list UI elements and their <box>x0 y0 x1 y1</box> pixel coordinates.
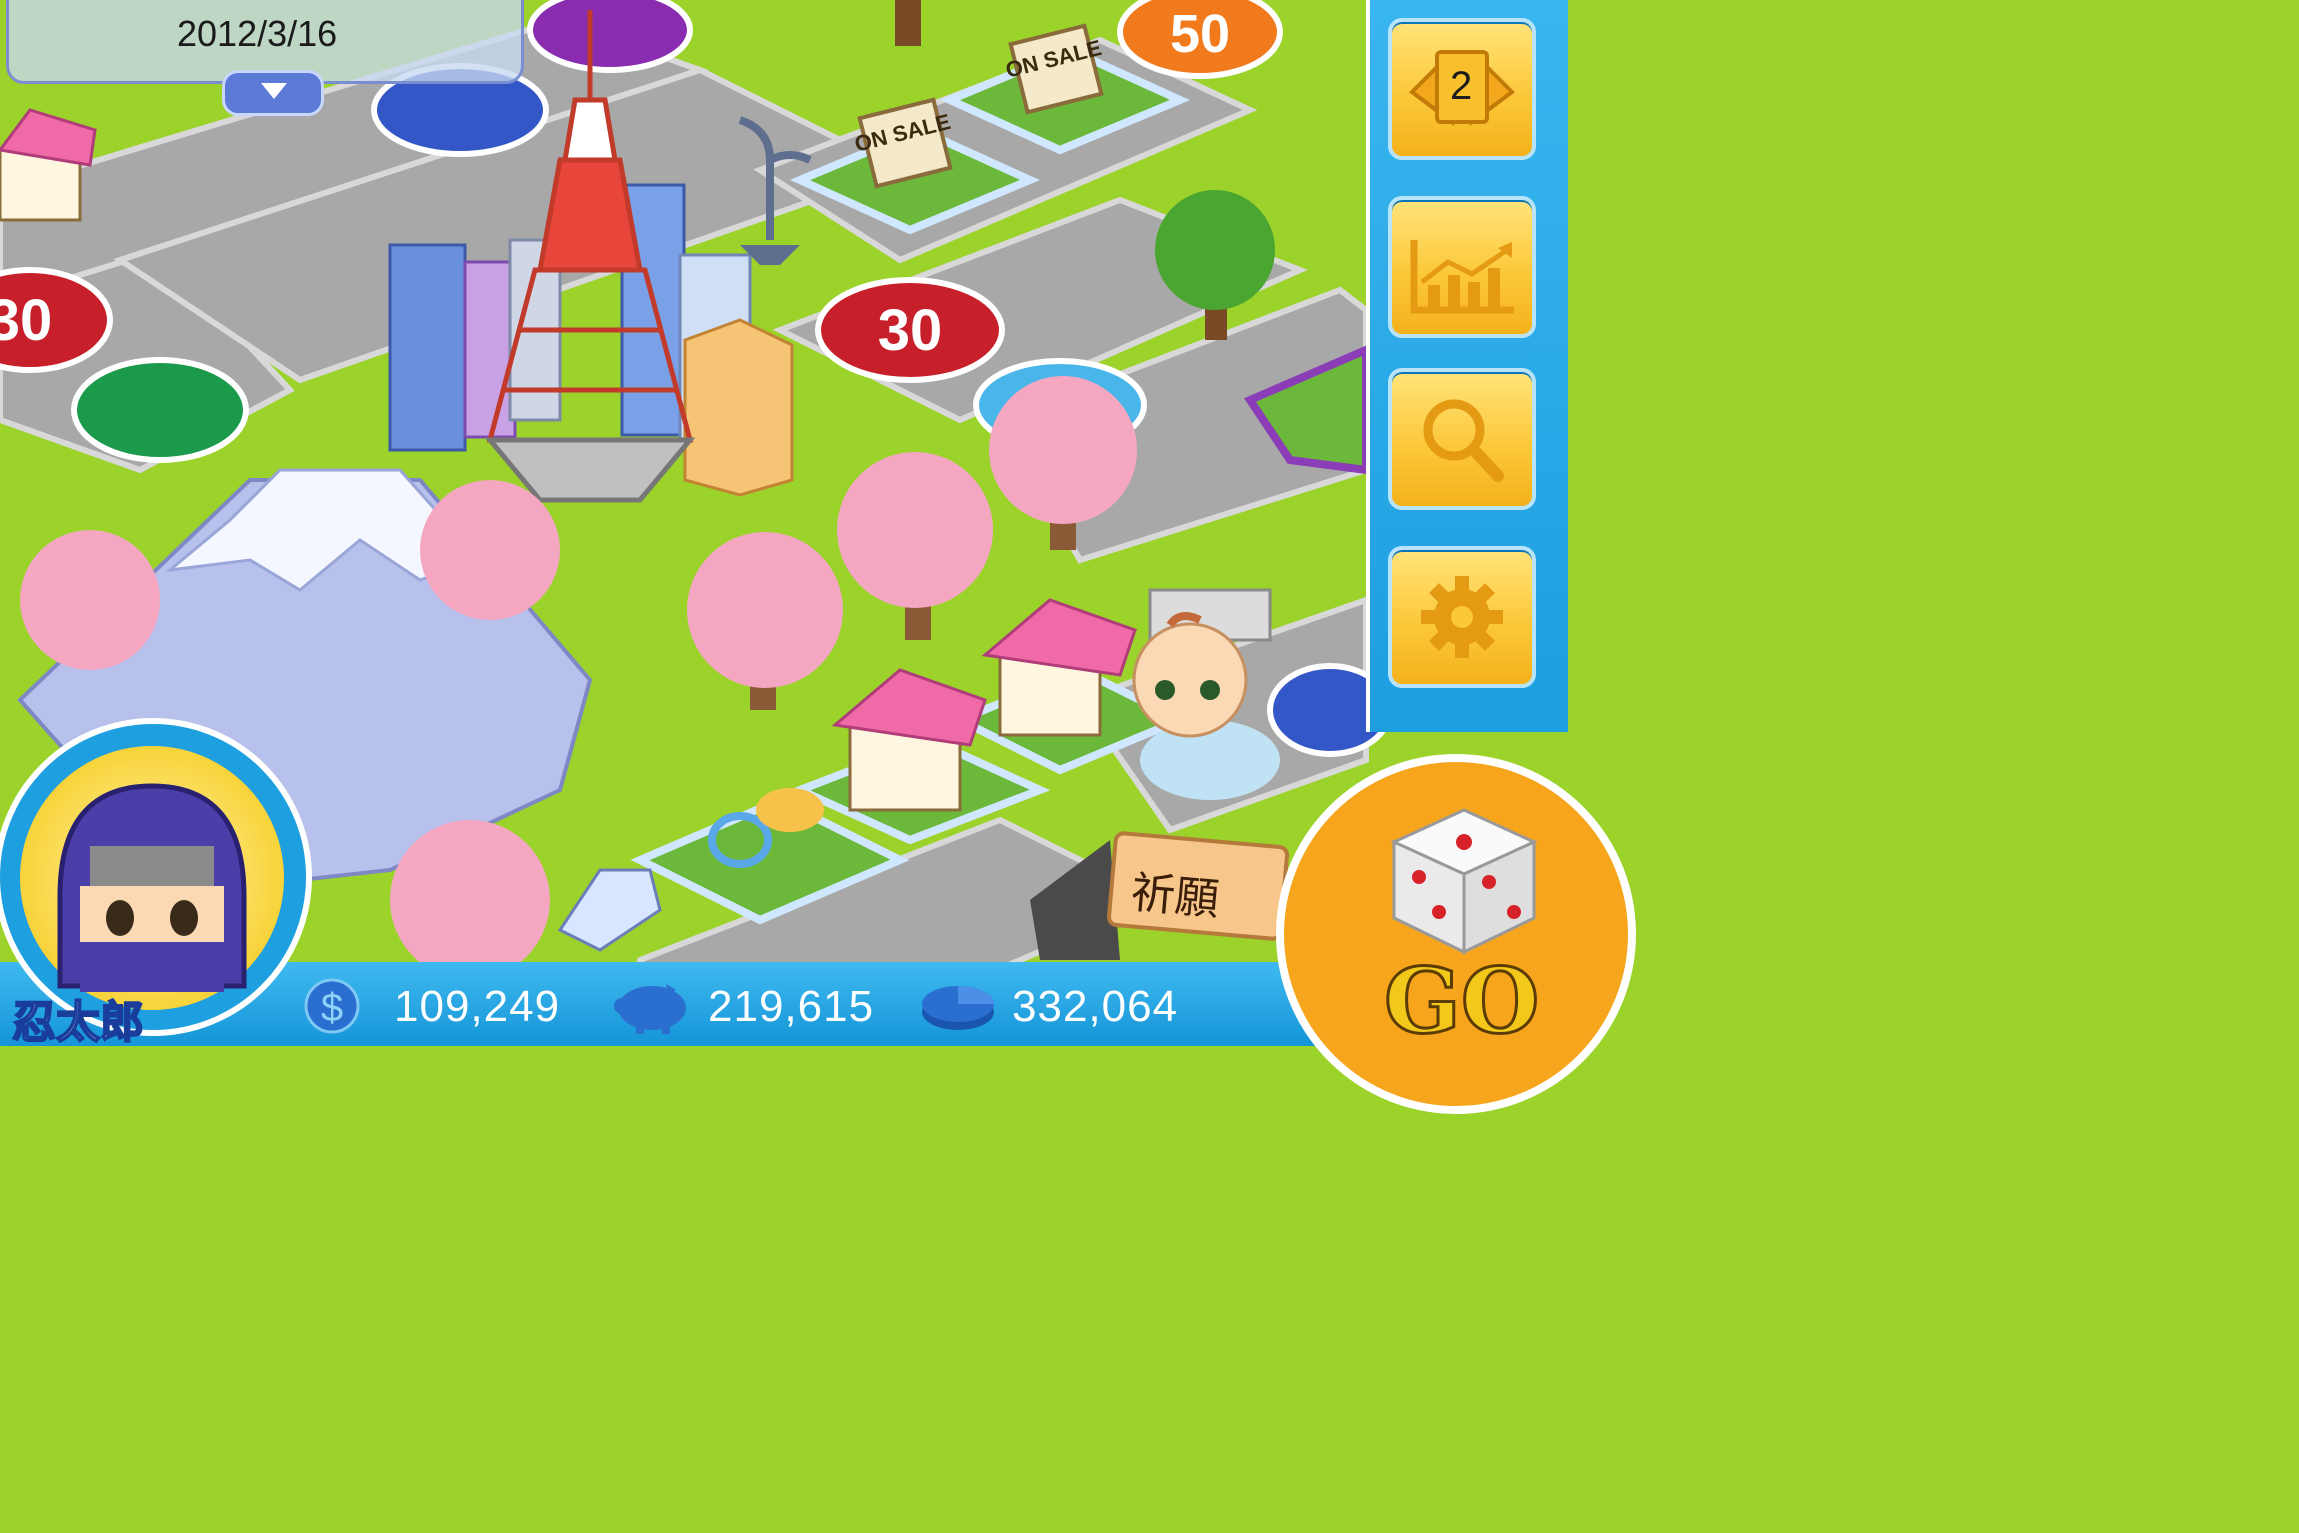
cards-count: 2 <box>1450 64 1473 108</box>
ninja-portrait <box>57 783 247 992</box>
search-button[interactable] <box>1388 368 1536 510</box>
coin-tile-30-left: 30 <box>0 288 52 353</box>
date-dropdown-button[interactable] <box>222 70 324 116</box>
wish-sign[interactable]: 祈願 <box>1106 830 1290 942</box>
stock-chart-icon <box>1410 240 1514 314</box>
coin-tile-30: 30 <box>878 298 943 363</box>
dice-icon <box>1390 808 1538 955</box>
gear-icon <box>1421 576 1503 658</box>
money-icon: $ <box>304 978 360 1034</box>
current-date: 2012/3/16 <box>177 13 338 54</box>
pie-chart-icon <box>922 986 994 1030</box>
assets-value: 332,064 <box>1012 982 1179 1031</box>
stocks-button[interactable] <box>1388 196 1536 338</box>
player-name: 忍太郎 <box>11 996 145 1049</box>
cash-value: 109,249 <box>394 982 561 1031</box>
side-menu-panel: 2 <box>1366 0 1568 732</box>
piggy-bank-icon <box>614 984 686 1034</box>
go-button[interactable] <box>1276 754 1636 1114</box>
svg-text:$: $ <box>321 986 343 1030</box>
magnifier-icon <box>1423 399 1504 482</box>
cards-button[interactable]: 2 <box>1388 18 1536 160</box>
go-button-label[interactable]: GO <box>1382 947 1540 1056</box>
coin-tile-50: 50 <box>1170 4 1230 64</box>
savings-value: 219,615 <box>708 982 875 1031</box>
settings-button[interactable] <box>1388 546 1536 688</box>
wish-sign-label: 祈願 <box>1128 867 1222 926</box>
